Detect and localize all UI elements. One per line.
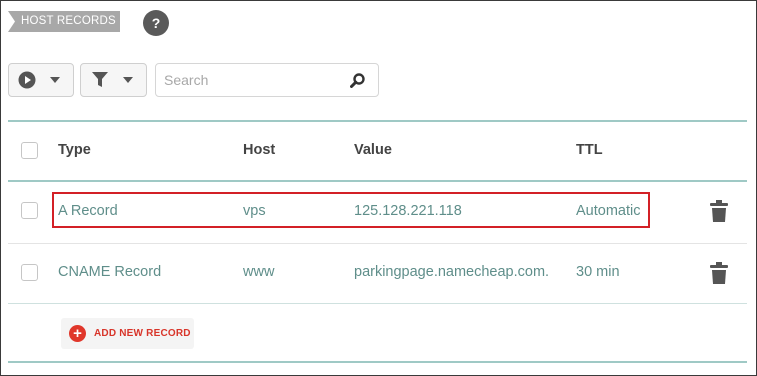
column-header-type[interactable]: Type [58,142,91,158]
section-title: HOST RECORDS [8,11,120,32]
record-value[interactable]: parkingpage.namecheap.com. [354,264,549,280]
filter-dropdown-button[interactable] [80,63,147,97]
row-divider [8,243,747,244]
add-new-record-label: ADD NEW RECORD [94,328,191,339]
search-icon[interactable] [350,73,365,88]
record-host[interactable]: www [243,264,274,280]
trash-icon[interactable] [710,262,728,284]
record-ttl[interactable]: 30 min [576,264,620,280]
chevron-down-icon [123,77,133,83]
plus-icon: + [69,325,86,342]
column-header-ttl[interactable]: TTL [576,142,603,158]
header-divider [8,180,747,182]
help-icon[interactable]: ? [143,10,169,36]
table-top-divider [8,120,747,122]
search-input[interactable] [164,70,344,90]
trash-icon[interactable] [710,200,728,222]
actions-dropdown-button[interactable] [8,63,74,97]
row-divider [8,303,747,304]
filter-icon [92,72,108,87]
column-header-value[interactable]: Value [354,142,392,158]
row-checkbox[interactable] [21,264,38,281]
record-type[interactable]: CNAME Record [58,264,161,280]
row-checkbox[interactable] [21,202,38,219]
select-all-checkbox[interactable] [21,142,38,159]
add-new-record-button[interactable]: + ADD NEW RECORD [61,318,194,349]
table-bottom-divider [8,361,747,363]
highlight-box [52,192,650,228]
column-header-host[interactable]: Host [243,142,275,158]
play-icon [18,71,36,89]
chevron-down-icon [50,77,60,83]
search-box [155,63,379,97]
